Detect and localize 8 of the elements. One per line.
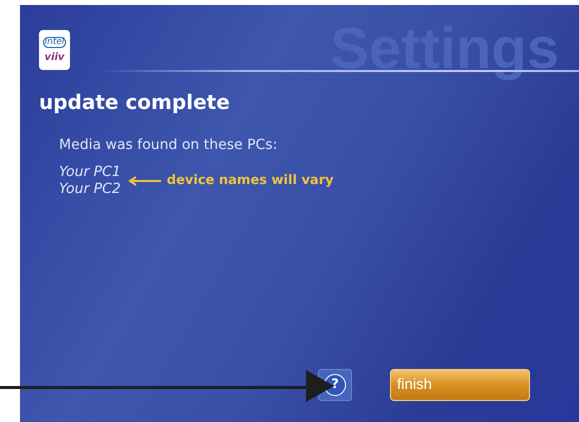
logo-text: intel bbox=[42, 37, 66, 48]
annotation-text: device names will vary bbox=[166, 172, 334, 190]
logo-text: viiv bbox=[44, 53, 64, 63]
message-text: Media was found on these PCs: bbox=[59, 136, 278, 155]
callout-arrow bbox=[126, 176, 161, 186]
device-name: Your PC2 bbox=[59, 181, 121, 198]
device-name: Your PC1 bbox=[59, 164, 121, 181]
page-title: update complete bbox=[39, 90, 231, 115]
